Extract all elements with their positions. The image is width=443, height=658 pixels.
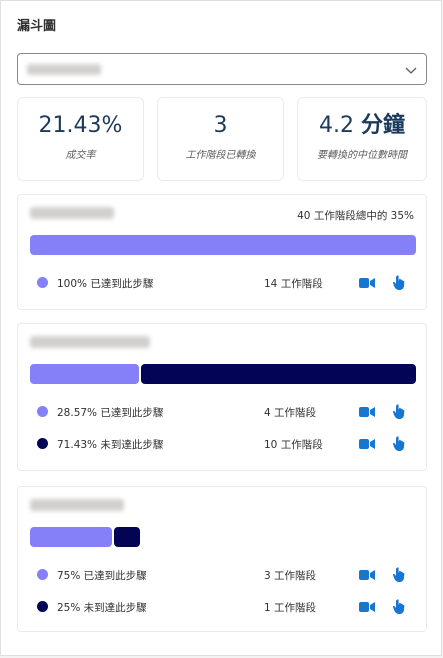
row-text: 71.43% 未到達此步驟	[57, 439, 164, 451]
row-count: 3 工作階段	[264, 570, 317, 582]
panel-title: 漏斗圖	[17, 19, 57, 34]
bar-reached-segment	[30, 527, 112, 547]
bar-reached-segment	[30, 364, 139, 384]
hand-click-icon[interactable]	[392, 436, 406, 451]
step-row-dropped: 71.43% 未到達此步驟 10 工作階段	[30, 436, 416, 452]
funnel-step-3: 75% 已達到此步驟 3 工作階段 25% 未到達此步驟 1 工作階段	[17, 486, 427, 632]
hand-click-icon[interactable]	[392, 404, 406, 419]
row-text: 75% 已達到此步驟	[57, 570, 147, 582]
video-camera-icon[interactable]	[359, 277, 375, 289]
hand-click-icon[interactable]	[392, 567, 406, 582]
row-count: 1 工作階段	[264, 602, 317, 614]
row-count: 14 工作階段	[264, 278, 323, 290]
reached-legend-dot	[37, 569, 48, 580]
step-name-redacted	[30, 207, 114, 219]
stat-number: 4.2	[318, 113, 354, 138]
video-camera-icon[interactable]	[359, 438, 375, 450]
funnel-step-1: 40 工作階段總中的 35% 100% 已達到此步驟 14 工作階段	[17, 194, 427, 310]
row-count: 4 工作階段	[264, 407, 317, 419]
row-text: 28.57% 已達到此步驟	[57, 407, 164, 419]
stat-label: 成交率	[65, 150, 96, 161]
step-name-redacted	[30, 336, 150, 348]
step-name-redacted	[30, 499, 124, 511]
bar-reached-segment	[30, 235, 416, 255]
step-row-reached: 75% 已達到此步驟 3 工作階段	[30, 567, 416, 583]
reached-legend-dot	[37, 277, 48, 288]
reached-legend-dot	[37, 406, 48, 417]
step-row-dropped: 25% 未到達此步驟 1 工作階段	[30, 599, 416, 615]
stat-median-time: 4.2 分鐘 要轉換的中位數時間	[297, 97, 427, 181]
step-row-reached: 100% 已達到此步驟 14 工作階段	[30, 275, 416, 291]
row-text: 100% 已達到此步驟	[57, 278, 154, 290]
hand-click-icon[interactable]	[392, 599, 406, 614]
hand-click-icon[interactable]	[392, 275, 406, 290]
stat-unit: 分鐘	[360, 113, 405, 138]
video-camera-icon[interactable]	[359, 569, 375, 581]
funnel-panel: 漏斗圖 21.43% 成交率 3 工作階段已轉換 4.2 分鐘 要轉換的中位數時…	[0, 0, 442, 656]
step-bar	[30, 235, 416, 255]
row-count: 10 工作階段	[264, 439, 323, 451]
chevron-down-icon	[405, 67, 417, 74]
step-bar	[30, 527, 140, 547]
step-row-reached: 28.57% 已達到此步驟 4 工作階段	[30, 404, 416, 420]
stat-label: 工作階段已轉換	[185, 150, 256, 161]
funnel-selector-dropdown[interactable]	[17, 53, 427, 85]
step-bar	[30, 364, 416, 384]
stat-value: 4.2 分鐘	[298, 113, 426, 139]
video-camera-icon[interactable]	[359, 601, 375, 613]
bar-dropped-segment	[114, 527, 140, 547]
video-camera-icon[interactable]	[359, 406, 375, 418]
dropped-legend-dot	[37, 601, 48, 612]
dropdown-value-redacted	[27, 64, 101, 75]
stat-conversion-rate: 21.43% 成交率	[17, 97, 144, 181]
funnel-step-2: 28.57% 已達到此步驟 4 工作階段 71.43% 未到達此步驟 10 工作…	[17, 323, 427, 471]
stat-value: 21.43%	[38, 113, 123, 138]
stat-sessions-converted: 3 工作階段已轉換	[157, 97, 284, 181]
row-text: 25% 未到達此步驟	[57, 602, 147, 614]
step-total: 40 工作階段總中的 35%	[297, 210, 414, 222]
bar-dropped-segment	[141, 364, 416, 384]
stat-value: 3	[213, 113, 228, 138]
dropped-legend-dot	[37, 438, 48, 449]
stat-label: 要轉換的中位數時間	[317, 150, 407, 161]
